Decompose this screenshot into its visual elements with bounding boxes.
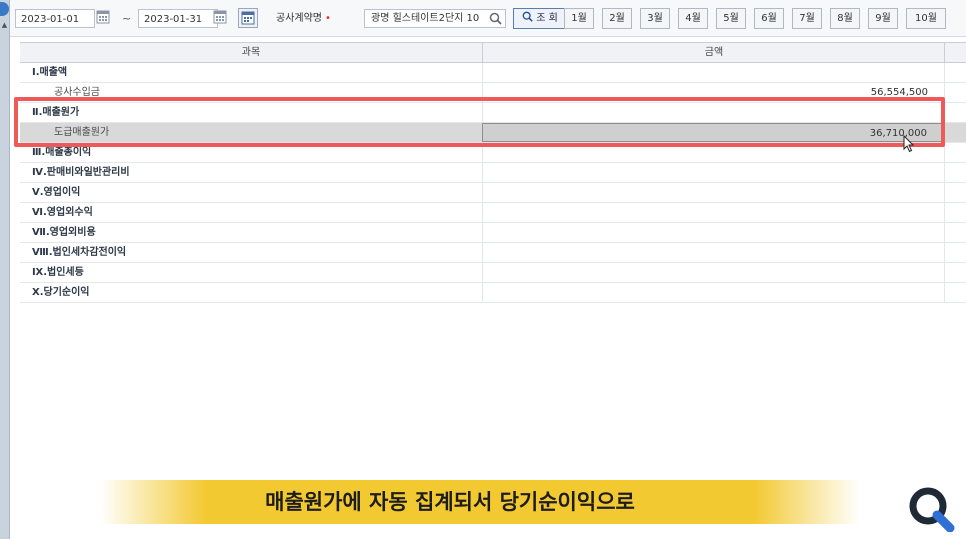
amount-cell[interactable] (482, 243, 944, 262)
amount-cell[interactable] (482, 183, 944, 202)
search-toolbar: 2023-01-01 ~ 2023-01-31 공사계약명 • 광명 힐스테이트2… (10, 0, 966, 37)
magnifier-logo-icon (906, 484, 956, 533)
month-button-7[interactable]: 7월 (792, 8, 822, 29)
extra-cell (944, 123, 966, 142)
month-button-9[interactable]: 9월 (868, 8, 898, 29)
account-cell: Ⅶ.영업외비용 (32, 227, 96, 238)
amount-cell[interactable] (482, 163, 944, 182)
extra-cell (944, 183, 966, 202)
date-range-separator: ~ (122, 12, 132, 25)
calendar-icon[interactable] (96, 10, 110, 24)
calendar-icon[interactable] (213, 10, 227, 24)
table-row[interactable]: Ⅷ.법인세차감전이익 (20, 243, 966, 263)
mouse-cursor-icon (903, 134, 915, 156)
table-row[interactable]: Ⅶ.영업외비용 (20, 223, 966, 243)
contract-name-value: 광명 힐스테이트2단지 10 (371, 13, 480, 24)
month-button-1[interactable]: 1월 (564, 8, 594, 29)
month-button-6[interactable]: 6월 (754, 8, 784, 29)
extra-cell (944, 223, 966, 242)
date-from-input[interactable]: 2023-01-01 (15, 9, 95, 28)
table-row[interactable]: Ⅰ.매출액 (20, 63, 966, 83)
table-row[interactable]: Ⅸ.법인세등 (20, 263, 966, 283)
scroll-up-arrow-icon[interactable]: ▲ (0, 20, 9, 30)
extra-cell (944, 143, 966, 162)
amount-cell[interactable] (482, 223, 944, 242)
amount-cell[interactable] (482, 203, 944, 222)
account-cell: Ⅰ.매출액 (32, 67, 68, 78)
account-cell: Ⅸ.법인세등 (32, 267, 84, 278)
column-header-extra (944, 43, 966, 62)
account-cell: Ⅳ.판매비와일반관리비 (32, 167, 130, 178)
income-statement-grid: 과목 금액 Ⅰ.매출액 공사수입금 56,554,500 Ⅱ.매출원가 도급매출원가 36… (20, 42, 966, 304)
side-indicator (0, 2, 9, 16)
extra-cell (944, 63, 966, 82)
amount-cell[interactable] (482, 283, 944, 302)
search-icon[interactable] (489, 12, 502, 31)
amount-cell[interactable] (482, 63, 944, 82)
amount-cell[interactable] (482, 263, 944, 282)
month-button-4[interactable]: 4월 (678, 8, 708, 29)
extra-cell (944, 163, 966, 182)
extra-cell (944, 283, 966, 302)
table-row[interactable]: Ⅳ.판매비와일반관리비 (20, 163, 966, 183)
table-row[interactable]: Ⅵ.영업외수익 (20, 203, 966, 223)
month-button-8[interactable]: 8월 (830, 8, 860, 29)
table-row[interactable]: Ⅹ.당기순이익 (20, 283, 966, 303)
month-button-2[interactable]: 2월 (602, 8, 632, 29)
date-to-input[interactable]: 2023-01-31 (138, 9, 218, 28)
highlight-annotation (14, 97, 945, 147)
month-button-3[interactable]: 3월 (640, 8, 670, 29)
calendar-picker-button[interactable] (238, 8, 258, 28)
extra-cell (944, 203, 966, 222)
account-cell: Ⅵ.영업외수익 (32, 207, 93, 218)
column-header-amount[interactable]: 금액 (482, 43, 945, 62)
account-cell: Ⅷ.법인세차감전이익 (32, 247, 127, 258)
extra-cell (944, 243, 966, 262)
account-cell: Ⅹ.당기순이익 (32, 287, 90, 298)
extra-cell (944, 263, 966, 282)
extra-cell (944, 103, 966, 122)
video-caption: 매출원가에 자동 집계되서 당기순이익으로 (265, 490, 635, 514)
extra-cell (944, 83, 966, 102)
contract-name-input[interactable]: 광명 힐스테이트2단지 10 (364, 9, 506, 28)
left-side-strip: ▲ (0, 0, 10, 539)
account-cell: Ⅴ.영업이익 (32, 187, 81, 198)
grid-header: 과목 금액 (20, 42, 966, 63)
contract-name-label: 공사계약명 • (276, 13, 331, 24)
month-button-5[interactable]: 5월 (716, 8, 746, 29)
column-header-account[interactable]: 과목 (20, 43, 482, 62)
month-button-10[interactable]: 10월 (906, 8, 946, 29)
query-button[interactable]: 조 회 (513, 8, 567, 29)
table-row[interactable]: Ⅴ.영업이익 (20, 183, 966, 203)
required-mark: • (325, 13, 331, 24)
